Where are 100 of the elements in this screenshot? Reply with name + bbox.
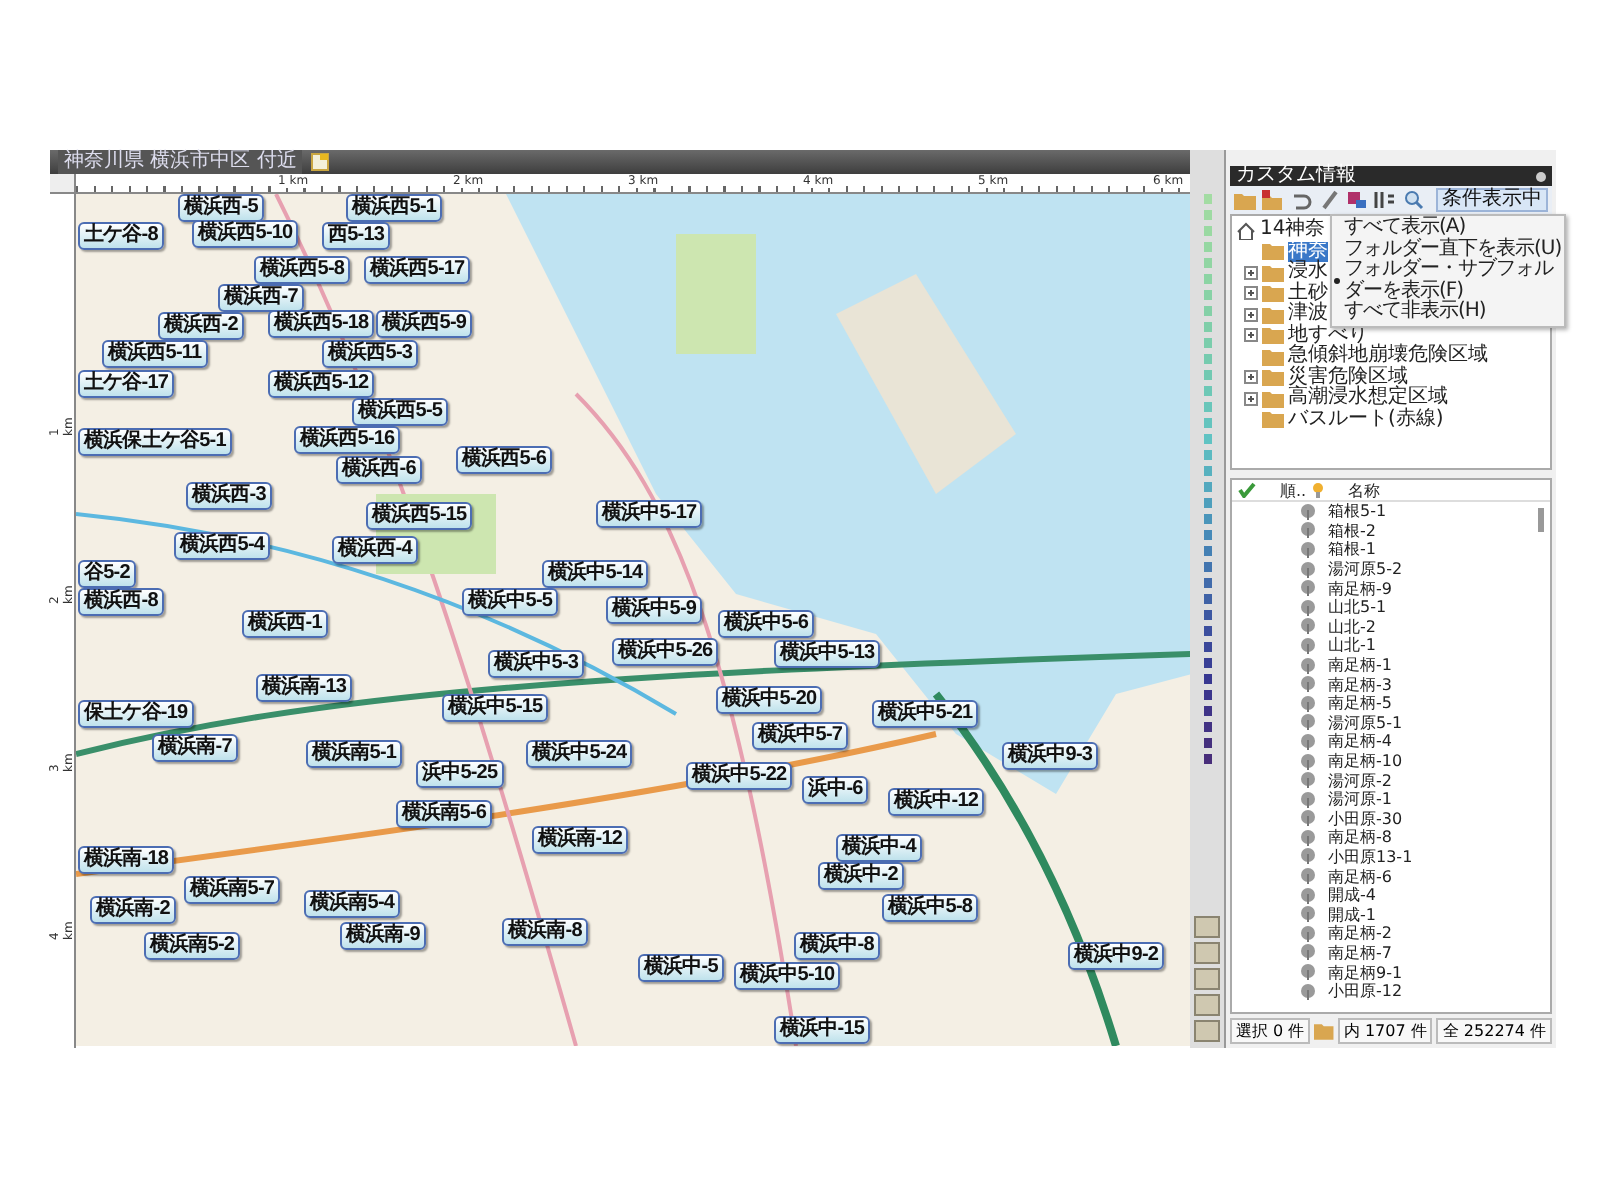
map-callout[interactable]: 横浜西-7 [218, 284, 304, 312]
menu-item[interactable]: すべて表示(A) [1332, 218, 1564, 239]
map-callout[interactable]: 横浜中-4 [836, 834, 922, 862]
map-callout[interactable]: 横浜南5-2 [144, 932, 241, 960]
map-callout[interactable]: 横浜南-13 [256, 674, 353, 702]
map-callout[interactable]: 横浜南5-1 [306, 740, 403, 768]
map-callout[interactable]: 横浜中-8 [794, 932, 880, 960]
map-callout[interactable]: 横浜中5-22 [686, 762, 793, 790]
map-callout[interactable]: 横浜中5-17 [596, 500, 703, 528]
expand-toggle[interactable] [1244, 286, 1258, 301]
map-callout[interactable]: 横浜保土ケ谷5-1 [78, 428, 232, 456]
map-callout[interactable]: 横浜西5-12 [268, 370, 375, 398]
map-callout[interactable]: 横浜西5-11 [102, 340, 208, 368]
list-item[interactable]: 南足柄-3 [1328, 675, 1392, 694]
map-callout[interactable]: 横浜西5-17 [364, 256, 471, 284]
map-callout[interactable]: 横浜南5-6 [396, 800, 493, 828]
list-item[interactable]: 小田原13-1 [1328, 847, 1413, 866]
map-callout[interactable]: 横浜中9-3 [1002, 742, 1099, 770]
list-item[interactable]: 湯河原5-2 [1328, 560, 1403, 579]
expand-toggle[interactable] [1244, 328, 1258, 343]
map-callout[interactable]: 土ケ谷-17 [78, 370, 175, 398]
map-callout[interactable]: 横浜西-6 [336, 456, 422, 484]
expand-toggle[interactable] [1244, 391, 1258, 406]
map-callout[interactable]: 横浜中5-7 [752, 722, 849, 750]
map-callout[interactable]: 横浜西5-10 [192, 220, 299, 248]
filter-button[interactable]: 条件表示中 [1436, 188, 1548, 212]
list-item[interactable]: 南足柄-8 [1328, 828, 1392, 847]
tag-icon[interactable] [1346, 190, 1368, 210]
map-callout[interactable]: 横浜西5-15 [366, 502, 473, 530]
tree-item[interactable]: 神奈 [1288, 241, 1328, 262]
list-item[interactable]: 湯河原-1 [1328, 790, 1392, 809]
map-callout[interactable]: 西5-13 [322, 222, 391, 250]
undo-icon[interactable] [1290, 190, 1312, 210]
expand-toggle[interactable] [1244, 307, 1258, 322]
expand-toggle[interactable] [1244, 370, 1258, 385]
map-callout[interactable]: 横浜中5-14 [542, 560, 649, 588]
tree-item[interactable]: 津波 [1288, 304, 1328, 325]
map-callout[interactable]: 横浜中5-5 [462, 588, 559, 616]
map-callout[interactable]: 横浜中-2 [818, 862, 904, 890]
map-callout[interactable]: 横浜西5-18 [268, 310, 375, 338]
map-callout[interactable]: 横浜中5-8 [882, 894, 979, 922]
list-item[interactable]: 山北-1 [1328, 636, 1376, 655]
map-callout[interactable]: 横浜西5-3 [322, 340, 419, 368]
map-callout[interactable]: 保土ケ谷-19 [78, 700, 194, 728]
map-callout[interactable]: 横浜西5-8 [254, 256, 351, 284]
map-callout[interactable]: 横浜南-7 [152, 734, 238, 762]
map-callout[interactable]: 横浜西-8 [78, 588, 164, 616]
menu-item[interactable]: すべて非表示(H) [1332, 302, 1564, 323]
tree-item[interactable]: 急傾斜地崩壊危険区域 [1288, 346, 1488, 367]
list-item[interactable]: 湯河原5-1 [1328, 713, 1403, 732]
tree-item[interactable]: 災害危険区域 [1288, 367, 1408, 388]
list-item[interactable]: 小田原-12 [1328, 982, 1403, 1001]
map-callout[interactable]: 谷5-2 [78, 560, 136, 588]
map-callout[interactable]: 横浜南-18 [78, 846, 175, 874]
list-item[interactable]: 箱根-2 [1328, 521, 1376, 540]
map-callout[interactable]: 土ケ谷-8 [78, 222, 164, 250]
map-callout[interactable]: 浜中5-25 [416, 760, 504, 788]
list-item[interactable]: 箱根-1 [1328, 540, 1376, 559]
menu-item[interactable]: フォルダー・サブフォルダーを表示(F) [1332, 260, 1564, 302]
map-callout[interactable]: 横浜中-15 [774, 1016, 871, 1044]
column-header[interactable]: 名称 [1348, 481, 1380, 499]
tree-item[interactable]: 14神奈 [1260, 220, 1326, 241]
map-callout[interactable]: 横浜中5-6 [718, 610, 815, 638]
map-callout[interactable]: 横浜中5-26 [612, 638, 719, 666]
list-item[interactable]: 小田原-30 [1328, 809, 1403, 828]
map-callout[interactable]: 横浜中-5 [638, 954, 724, 982]
map-callout[interactable]: 横浜西-5 [178, 194, 264, 222]
list-item[interactable]: 開成-4 [1328, 886, 1376, 905]
list-item[interactable]: 南足柄-9 [1328, 579, 1392, 598]
list-item[interactable]: 山北5-1 [1328, 598, 1387, 617]
map-callout[interactable]: 横浜中5-20 [716, 686, 823, 714]
map-callout[interactable]: 横浜中5-10 [734, 962, 841, 990]
map-callout[interactable]: 横浜中5-21 [872, 700, 979, 728]
map-callout[interactable]: 横浜西-3 [186, 482, 272, 510]
list-item[interactable]: 南足柄-4 [1328, 732, 1392, 751]
scrollbar-thumb[interactable] [1538, 508, 1544, 532]
menu-item[interactable]: フォルダー直下を表示(U) [1332, 239, 1564, 260]
map-callout[interactable]: 横浜西5-16 [294, 426, 401, 454]
column-header[interactable]: 順.. [1280, 481, 1308, 499]
list-item[interactable]: 南足柄9-1 [1328, 963, 1403, 982]
tree-item[interactable]: 土砂 [1288, 283, 1328, 304]
house-icon[interactable] [1236, 221, 1256, 240]
tree-item[interactable]: バスルート(赤線) [1288, 409, 1444, 430]
map-callout[interactable]: 横浜中-12 [888, 788, 985, 816]
map-callout[interactable]: 横浜西5-6 [456, 446, 553, 474]
map-callout[interactable]: 横浜中5-13 [774, 640, 881, 668]
map-callout[interactable]: 横浜中5-3 [488, 650, 585, 678]
list-item[interactable]: 南足柄-7 [1328, 943, 1392, 962]
list-item[interactable]: 箱根5-1 [1328, 502, 1387, 521]
list-item[interactable]: 南足柄-5 [1328, 694, 1392, 713]
tree-item[interactable]: 浸水 [1288, 262, 1328, 283]
map-callout[interactable]: 浜中-6 [802, 776, 869, 804]
tree-item[interactable]: 高潮浸水想定区域 [1288, 388, 1448, 409]
map-callout[interactable]: 横浜南5-4 [304, 890, 401, 918]
map-callout[interactable]: 横浜南5-7 [184, 876, 281, 904]
list-item[interactable]: 山北-2 [1328, 617, 1376, 636]
list-item[interactable]: 南足柄-10 [1328, 752, 1403, 771]
map-callout[interactable]: 横浜南-12 [532, 826, 629, 854]
map-callout[interactable]: 横浜西5-1 [346, 194, 443, 222]
map-callout[interactable]: 横浜中5-24 [526, 740, 633, 768]
